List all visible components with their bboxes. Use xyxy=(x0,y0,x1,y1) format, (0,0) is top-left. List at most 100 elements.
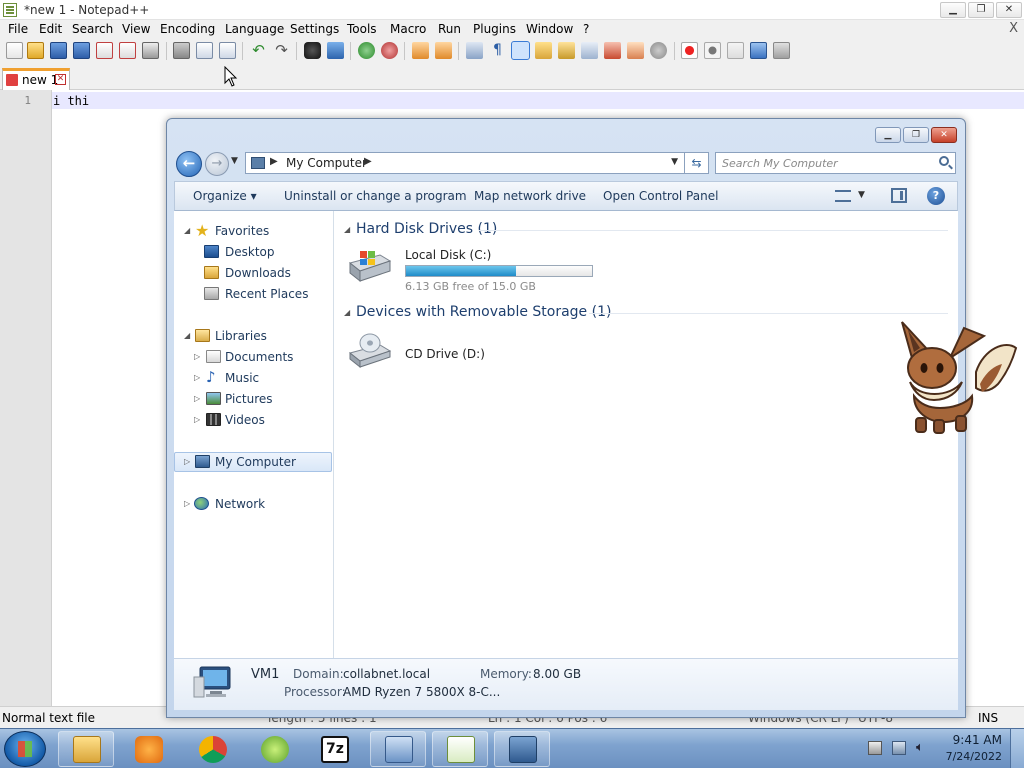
nav-libraries[interactable]: ◢ Libraries xyxy=(174,326,332,346)
editor-text-line[interactable]: i thi xyxy=(53,94,89,108)
replace-icon[interactable] xyxy=(327,42,344,59)
explorer-close-button[interactable]: ✕ xyxy=(931,127,957,143)
recent-pages-dropdown[interactable]: ▼ xyxy=(231,156,238,166)
close-file-icon[interactable] xyxy=(96,42,113,59)
refresh-button[interactable]: ⇆ xyxy=(685,152,709,174)
breadcrumb-chevron-icon[interactable]: ▶ xyxy=(364,156,372,167)
folder-workspace-icon[interactable] xyxy=(627,42,644,59)
explorer-maximize-button[interactable]: ❐ xyxy=(903,127,929,143)
nav-videos[interactable]: ▷ Videos xyxy=(174,410,332,430)
sync-horizontal-icon[interactable] xyxy=(435,42,452,59)
word-wrap-icon[interactable] xyxy=(466,42,483,59)
close-document-icon[interactable]: X xyxy=(1009,21,1018,36)
explorer-title-bar[interactable]: ▁ ❐ ✕ xyxy=(167,119,965,149)
run-macro-multiple-icon[interactable] xyxy=(750,42,767,59)
local-disk-c-label[interactable]: Local Disk (C:) xyxy=(405,248,491,262)
maximize-button[interactable]: ❐ xyxy=(968,2,994,18)
start-button[interactable] xyxy=(4,731,46,767)
document-map-icon[interactable] xyxy=(558,42,575,59)
taskbar-7zip[interactable]: 7z xyxy=(306,731,362,767)
group-hard-disk-drives[interactable]: ◢ Hard Disk Drives (1) xyxy=(344,221,954,239)
breadcrumb-my-computer[interactable]: My Computer xyxy=(286,156,367,170)
record-macro-icon[interactable] xyxy=(681,42,698,59)
nav-network[interactable]: ▷ Network xyxy=(174,494,332,514)
zoom-in-icon[interactable] xyxy=(358,42,375,59)
network-status-icon[interactable] xyxy=(892,741,906,755)
menu-edit[interactable]: Edit xyxy=(39,22,62,36)
collapse-arrow-icon[interactable]: ▷ xyxy=(184,499,190,508)
menu-view[interactable]: View xyxy=(122,22,150,36)
menu-tools[interactable]: Tools xyxy=(347,22,377,36)
nav-documents[interactable]: ▷ Documents xyxy=(174,347,332,367)
collapse-arrow-icon[interactable]: ▷ xyxy=(184,457,190,466)
print-icon[interactable] xyxy=(142,42,159,59)
menu-language[interactable]: Language xyxy=(225,22,284,36)
address-bar[interactable]: ▶ My Computer ▶ ▼ xyxy=(245,152,685,174)
taskbar-chrome[interactable] xyxy=(184,731,240,767)
sync-vertical-icon[interactable] xyxy=(412,42,429,59)
collapse-arrow-icon[interactable]: ▷ xyxy=(194,394,200,403)
nav-music[interactable]: ▷ ♪ Music xyxy=(174,368,332,388)
find-icon[interactable] xyxy=(304,42,321,59)
undo-icon[interactable]: ↶ xyxy=(250,42,267,59)
collapse-arrow-icon[interactable]: ▷ xyxy=(194,415,200,424)
taskbar-my-computer[interactable] xyxy=(494,731,550,767)
open-control-panel-button[interactable]: Open Control Panel xyxy=(603,189,718,203)
breadcrumb-chevron-icon[interactable]: ▶ xyxy=(270,156,278,167)
cd-drive-d-label[interactable]: CD Drive (D:) xyxy=(405,347,485,361)
clock-date[interactable]: 7/24/2022 xyxy=(946,750,1002,763)
explorer-minimize-button[interactable]: ▁ xyxy=(875,127,901,143)
menu-search[interactable]: Search xyxy=(72,22,113,36)
function-list-icon[interactable] xyxy=(604,42,621,59)
group-collapse-icon[interactable]: ◢ xyxy=(344,308,350,317)
menu-window[interactable]: Window xyxy=(526,22,573,36)
minimize-button[interactable]: ▁ xyxy=(940,2,966,18)
zoom-out-icon[interactable] xyxy=(381,42,398,59)
nav-downloads[interactable]: Downloads xyxy=(174,263,332,283)
expand-arrow-icon[interactable]: ◢ xyxy=(184,226,190,235)
help-icon[interactable]: ? xyxy=(927,187,945,205)
menu-settings[interactable]: Settings xyxy=(290,22,339,36)
search-icon[interactable] xyxy=(939,156,949,166)
group-removable-storage[interactable]: ◢ Devices with Removable Storage (1) xyxy=(344,304,954,322)
user-language-icon[interactable] xyxy=(535,42,552,59)
copy-icon[interactable] xyxy=(196,42,213,59)
nav-my-computer[interactable]: ▷ My Computer xyxy=(174,452,332,472)
uninstall-program-button[interactable]: Uninstall or change a program xyxy=(284,189,467,203)
show-all-characters-icon[interactable]: ¶ xyxy=(489,42,506,59)
search-box[interactable] xyxy=(715,152,956,174)
taskbar-media-player[interactable] xyxy=(120,731,176,767)
taskbar-control-panel[interactable] xyxy=(370,731,426,767)
map-network-drive-button[interactable]: Map network drive xyxy=(474,189,586,203)
save-all-icon[interactable] xyxy=(73,42,90,59)
show-desktop-button[interactable] xyxy=(1010,729,1024,768)
taskbar-notepadpp[interactable] xyxy=(432,731,488,767)
menu-run[interactable]: Run xyxy=(438,22,461,36)
save-macro-icon[interactable] xyxy=(773,42,790,59)
organize-button[interactable]: Organize ▾ xyxy=(193,189,257,203)
notepadpp-title-bar[interactable]: *new 1 - Notepad++ ▁ ❐ ✕ xyxy=(0,0,1024,20)
volume-icon[interactable]: 🔈︎ xyxy=(916,741,930,755)
new-file-icon[interactable] xyxy=(6,42,23,59)
play-macro-icon[interactable] xyxy=(727,42,744,59)
nav-favorites[interactable]: ◢ ★ Favorites xyxy=(174,221,332,241)
open-file-icon[interactable] xyxy=(27,42,44,59)
view-options-dropdown-icon[interactable]: ▼ xyxy=(858,190,865,200)
clock-time[interactable]: 9:41 AM xyxy=(953,733,1002,747)
tab-close-icon[interactable]: ✕ xyxy=(55,74,66,85)
change-view-icon[interactable] xyxy=(835,190,851,202)
menu-encoding[interactable]: Encoding xyxy=(160,22,215,36)
taskbar-green-app[interactable] xyxy=(246,731,302,767)
redo-icon[interactable]: ↷ xyxy=(273,42,290,59)
preview-pane-icon[interactable] xyxy=(891,188,907,203)
close-button[interactable]: ✕ xyxy=(996,2,1022,18)
taskbar-explorer[interactable] xyxy=(58,731,114,767)
search-input[interactable] xyxy=(722,155,922,171)
menu-macro[interactable]: Macro xyxy=(390,22,426,36)
save-icon[interactable] xyxy=(50,42,67,59)
back-button[interactable]: ← xyxy=(176,151,202,177)
menu-help[interactable]: ? xyxy=(583,22,589,36)
collapse-arrow-icon[interactable]: ▷ xyxy=(194,352,200,361)
collapse-arrow-icon[interactable]: ▷ xyxy=(194,373,200,382)
group-collapse-icon[interactable]: ◢ xyxy=(344,225,350,234)
